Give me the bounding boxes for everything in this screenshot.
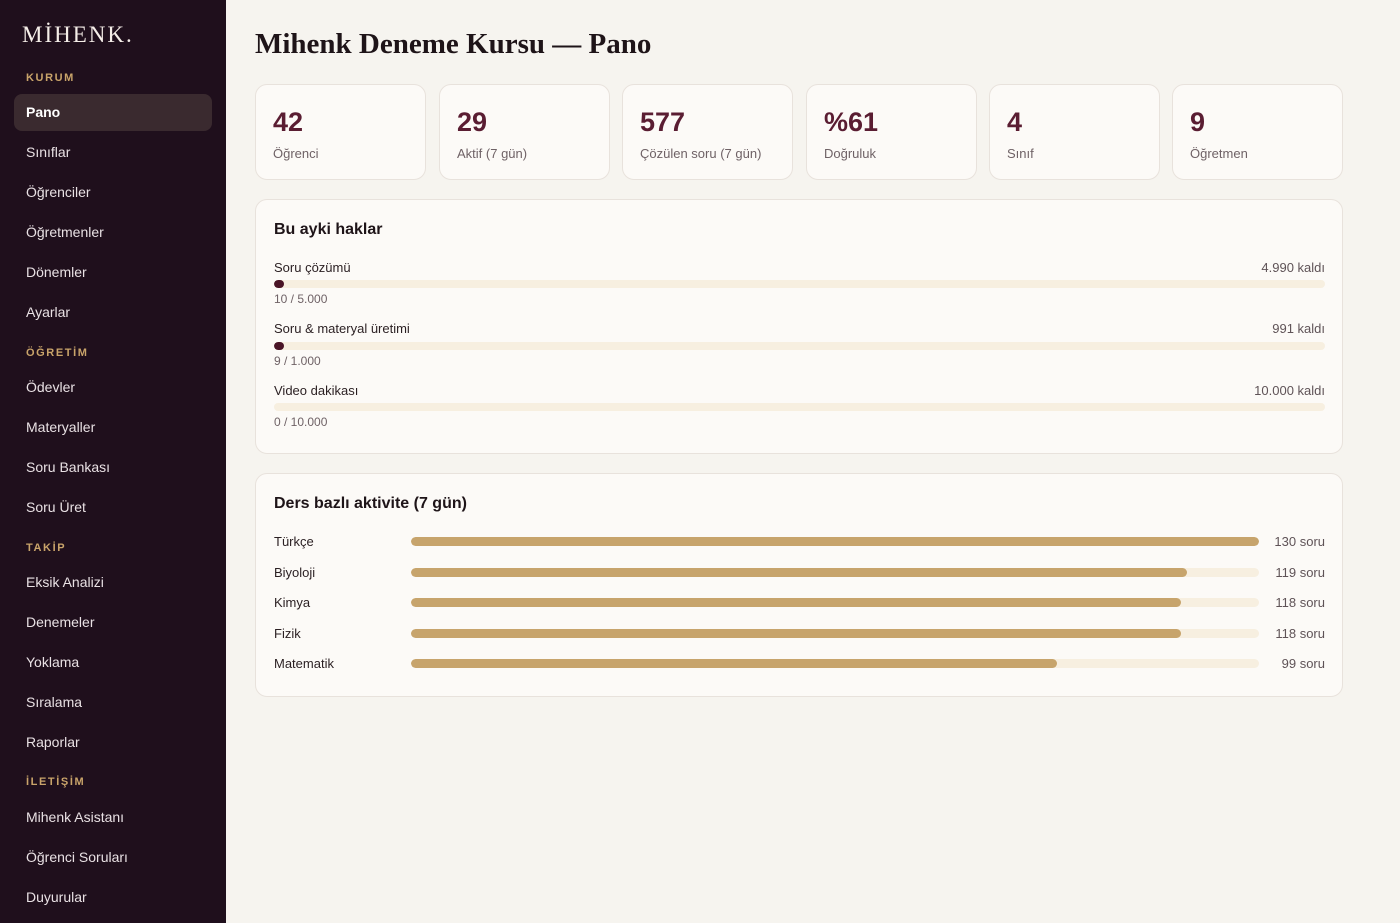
activity-panel-title: Ders bazlı aktivite (7 gün): [274, 495, 467, 512]
subject-bar: [411, 629, 1259, 638]
subject-label: Fizik: [274, 626, 301, 641]
quota-label: Soru çözümü: [274, 260, 351, 275]
sidebar-item-mihenk-asistani[interactable]: Mihenk Asistanı: [14, 799, 212, 836]
quota-panel: Bu ayki haklar Soru çözümü 4.990 kaldı 1…: [255, 199, 1343, 454]
sidebar-item-eksik-analizi[interactable]: Eksik Analizi: [14, 564, 212, 601]
subject-bar-fill: [411, 537, 1259, 546]
quota-label: Soru & materyal üretimi: [274, 321, 410, 336]
sidebar-item-siniflar[interactable]: Sınıflar: [14, 134, 212, 171]
subject-count: 130 soru: [1274, 534, 1325, 549]
quota-progress-bar: [274, 403, 1325, 411]
sidebar-item-ogrenci-sorulari[interactable]: Öğrenci Soruları: [14, 839, 212, 876]
sidebar-item-duyurular[interactable]: Duyurular: [14, 879, 212, 916]
subject-count: 118 soru: [1275, 626, 1325, 641]
sidebar-item-siralama[interactable]: Sıralama: [14, 684, 212, 721]
stat-value: 4: [1007, 107, 1023, 137]
subject-label: Kimya: [274, 595, 311, 610]
stat-value: 9: [1190, 107, 1206, 137]
quota-remaining: 4.990 kaldı: [1261, 260, 1325, 275]
stat-label: Doğruluk: [824, 146, 877, 161]
quota-label: Video dakikası: [274, 383, 359, 398]
subject-bar: [411, 568, 1259, 577]
quota-usage: 9 / 1.000: [274, 354, 321, 368]
quota-progress-fill: [274, 342, 284, 350]
sidebar-item-materyaller[interactable]: Materyaller: [14, 409, 212, 446]
sidebar-item-denemeler[interactable]: Denemeler: [14, 604, 212, 641]
sidebar-item-soru-uret[interactable]: Soru Üret: [14, 489, 212, 526]
stat-label: Aktif (7 gün): [457, 146, 528, 161]
stat-card-aktif: 29 Aktif (7 gün): [439, 84, 610, 180]
stat-card-cozulen-soru: 577 Çözülen soru (7 gün): [622, 84, 793, 180]
sidebar-item-yoklama[interactable]: Yoklama: [14, 644, 212, 681]
sidebar-item-ogrenciler[interactable]: Öğrenciler: [14, 174, 212, 211]
subject-count: 119 soru: [1275, 565, 1325, 580]
sidebar-item-ayarlar[interactable]: Ayarlar: [14, 294, 212, 331]
stat-label: Sınıf: [1007, 146, 1034, 161]
subject-label: Biyoloji: [274, 565, 316, 580]
subject-bar: [411, 659, 1259, 668]
stat-value: 42: [273, 107, 304, 137]
subject-label: Matematik: [274, 656, 334, 671]
subject-bar-fill: [411, 568, 1188, 577]
stat-card-sinif: 4 Sınıf: [989, 84, 1160, 180]
stat-label: Çözülen soru (7 gün): [640, 146, 762, 161]
stat-card-dogruluk: %61 Doğruluk: [806, 84, 977, 180]
nav-section-takip: TAKİP: [26, 542, 67, 554]
quota-usage: 10 / 5.000: [274, 292, 328, 306]
quota-panel-title: Bu ayki haklar: [274, 221, 383, 238]
sidebar-item-ogretmenler[interactable]: Öğretmenler: [14, 214, 212, 251]
subject-bar: [411, 537, 1259, 546]
subject-bar: [411, 598, 1259, 607]
subject-label: Türkçe: [274, 534, 314, 549]
quota-progress-bar: [274, 280, 1325, 288]
stat-value: 29: [457, 107, 488, 137]
subject-bar-fill: [411, 659, 1057, 668]
nav-section-ogretim: ÖĞRETİM: [26, 347, 89, 359]
subject-count: 118 soru: [1275, 595, 1325, 610]
stat-card-ogretmen: 9 Öğretmen: [1172, 84, 1343, 180]
stat-label: Öğrenci: [273, 146, 319, 161]
sidebar-item-soru-bankasi[interactable]: Soru Bankası: [14, 449, 212, 486]
sidebar-item-pano[interactable]: Pano: [14, 94, 212, 131]
stat-card-ogrenci: 42 Öğrenci: [255, 84, 426, 180]
nav-section-kurum: KURUM: [26, 72, 75, 84]
stat-label: Öğretmen: [1190, 146, 1248, 161]
quota-remaining: 991 kaldı: [1272, 321, 1325, 336]
subject-bar-fill: [411, 629, 1181, 638]
subject-count: 99 soru: [1281, 656, 1325, 671]
activity-panel: Ders bazlı aktivite (7 gün) Türkçe 130 s…: [255, 473, 1343, 697]
quota-remaining: 10.000 kaldı: [1254, 383, 1325, 398]
quota-progress-fill: [274, 280, 284, 288]
brand-logo[interactable]: MİHENK.: [22, 22, 134, 48]
nav-section-iletisim: İLETİŞİM: [26, 776, 86, 788]
sidebar-item-donemler[interactable]: Dönemler: [14, 254, 212, 291]
sidebar-item-odevler[interactable]: Ödevler: [14, 369, 212, 406]
quota-progress-bar: [274, 342, 1325, 350]
page-title: Mihenk Deneme Kursu — Pano: [255, 28, 652, 60]
quota-usage: 0 / 10.000: [274, 415, 328, 429]
stat-value: 577: [640, 107, 686, 137]
sidebar: MİHENK. KURUM Pano Sınıflar Öğrenciler Ö…: [0, 0, 226, 923]
stat-value: %61: [824, 107, 879, 137]
sidebar-item-raporlar[interactable]: Raporlar: [14, 724, 212, 761]
subject-bar-fill: [411, 598, 1181, 607]
